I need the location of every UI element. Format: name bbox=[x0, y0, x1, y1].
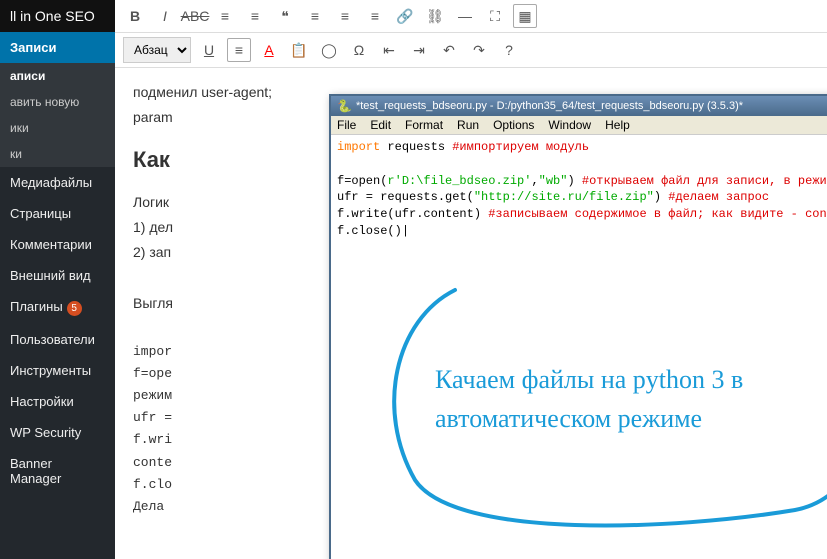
idle-titlebar[interactable]: 🐍 *test_requests_bdseoru.py - D:/python3… bbox=[331, 96, 827, 116]
sidebar-item-media[interactable]: Медиафайлы bbox=[0, 167, 115, 198]
bold-button[interactable]: B bbox=[123, 4, 147, 28]
link-button[interactable]: 🔗 bbox=[393, 4, 417, 28]
sidebar-item-settings[interactable]: Настройки bbox=[0, 386, 115, 417]
quote-button[interactable]: ❝ bbox=[273, 4, 297, 28]
sidebar-item-users[interactable]: Пользователи bbox=[0, 324, 115, 355]
justify-button[interactable]: ≡ bbox=[227, 38, 251, 62]
sidebar-sub-tags[interactable]: ки bbox=[0, 141, 115, 167]
menu-edit[interactable]: Edit bbox=[370, 118, 391, 132]
python-icon: 🐍 bbox=[337, 99, 352, 113]
sidebar-item-posts[interactable]: Записи bbox=[0, 32, 115, 63]
paste-text-button[interactable]: 📋 bbox=[287, 38, 311, 62]
plugins-badge: 5 bbox=[67, 301, 82, 316]
python-idle-window[interactable]: 🐍 *test_requests_bdseoru.py - D:/python3… bbox=[329, 94, 827, 559]
menu-format[interactable]: Format bbox=[405, 118, 443, 132]
strike-button[interactable]: ABC bbox=[183, 4, 207, 28]
sidebar-item-pages[interactable]: Страницы bbox=[0, 198, 115, 229]
editor-toolbar-row2: Абзац U ≡ A 📋 ◯ Ω ⇤ ⇥ ↶ ↷ ? bbox=[115, 33, 827, 68]
format-select[interactable]: Абзац bbox=[123, 37, 191, 63]
editor-toolbar-row1: B I ABC ≡ ≡ ❝ ≡ ≡ ≡ 🔗 ⛓ — ⛶ ▦ bbox=[115, 0, 827, 33]
editor-main: B I ABC ≡ ≡ ❝ ≡ ≡ ≡ 🔗 ⛓ — ⛶ ▦ Абзац U ≡ … bbox=[115, 0, 827, 559]
sidebar-sub-posts[interactable]: аписи bbox=[0, 63, 115, 89]
sidebar-sub-categories[interactable]: ики bbox=[0, 115, 115, 141]
menu-options[interactable]: Options bbox=[493, 118, 534, 132]
unlink-button[interactable]: ⛓ bbox=[423, 4, 447, 28]
underline-button[interactable]: U bbox=[197, 38, 221, 62]
fullscreen-button[interactable]: ⛶ bbox=[483, 4, 507, 28]
clear-format-button[interactable]: ◯ bbox=[317, 38, 341, 62]
toolbar-toggle-button[interactable]: ▦ bbox=[513, 4, 537, 28]
special-char-button[interactable]: Ω bbox=[347, 38, 371, 62]
align-center-button[interactable]: ≡ bbox=[333, 4, 357, 28]
wp-sidebar: ll in One SEO Записи аписи авить новую и… bbox=[0, 0, 115, 559]
textcolor-button[interactable]: A bbox=[257, 38, 281, 62]
align-right-button[interactable]: ≡ bbox=[363, 4, 387, 28]
undo-button[interactable]: ↶ bbox=[437, 38, 461, 62]
sidebar-item-comments[interactable]: Комментарии bbox=[0, 229, 115, 260]
idle-menubar: File Edit Format Run Options Window Help bbox=[331, 116, 827, 135]
menu-help[interactable]: Help bbox=[605, 118, 630, 132]
menu-window[interactable]: Window bbox=[548, 118, 591, 132]
menu-run[interactable]: Run bbox=[457, 118, 479, 132]
sidebar-item-wpsecurity[interactable]: WP Security bbox=[0, 417, 115, 448]
sidebar-plugin-header[interactable]: ll in One SEO bbox=[0, 0, 115, 32]
sidebar-item-banner[interactable]: Banner Manager bbox=[0, 448, 115, 494]
number-list-button[interactable]: ≡ bbox=[243, 4, 267, 28]
italic-button[interactable]: I bbox=[153, 4, 177, 28]
indent-button[interactable]: ⇥ bbox=[407, 38, 431, 62]
redo-button[interactable]: ↷ bbox=[467, 38, 491, 62]
idle-title-text: *test_requests_bdseoru.py - D:/python35_… bbox=[356, 100, 827, 112]
bullet-list-button[interactable]: ≡ bbox=[213, 4, 237, 28]
idle-code-area[interactable]: import requests #импортируем модуль f=op… bbox=[331, 135, 827, 244]
more-button[interactable]: — bbox=[453, 4, 477, 28]
sidebar-item-appearance[interactable]: Внешний вид bbox=[0, 260, 115, 291]
sidebar-sub-addnew[interactable]: авить новую bbox=[0, 89, 115, 115]
help-button[interactable]: ? bbox=[497, 38, 521, 62]
align-left-button[interactable]: ≡ bbox=[303, 4, 327, 28]
sidebar-item-plugins[interactable]: Плагины5 bbox=[0, 291, 115, 324]
menu-file[interactable]: File bbox=[337, 118, 356, 132]
outdent-button[interactable]: ⇤ bbox=[377, 38, 401, 62]
sidebar-item-tools[interactable]: Инструменты bbox=[0, 355, 115, 386]
